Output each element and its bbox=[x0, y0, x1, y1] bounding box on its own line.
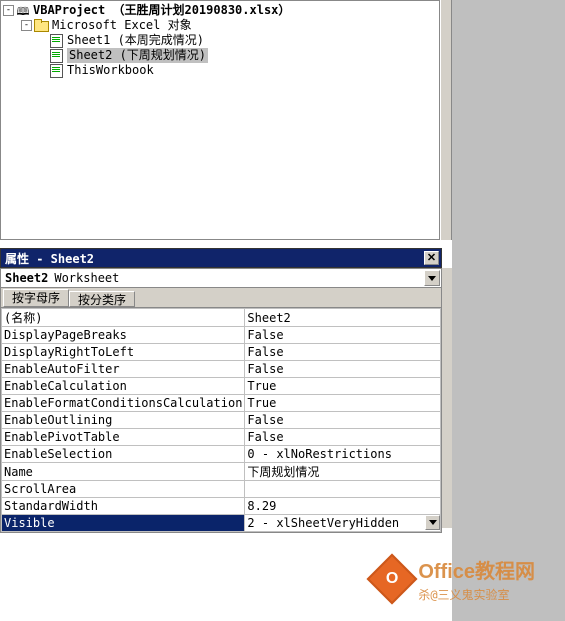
property-row[interactable]: DisplayPageBreaksFalse bbox=[2, 327, 441, 344]
watermark-line1: Office教程网 bbox=[418, 555, 535, 584]
property-name[interactable]: EnableSelection bbox=[2, 446, 245, 463]
object-name: Sheet2 bbox=[5, 271, 48, 285]
object-type: Worksheet bbox=[54, 271, 119, 285]
property-value[interactable]: 2 - xlSheetVeryHidden bbox=[245, 515, 441, 532]
property-value[interactable]: True bbox=[245, 395, 441, 412]
property-name[interactable]: ScrollArea bbox=[2, 481, 245, 498]
property-name[interactable]: EnableCalculation bbox=[2, 378, 245, 395]
property-row[interactable]: StandardWidth8.29 bbox=[2, 498, 441, 515]
property-value[interactable]: 0 - xlNoRestrictions bbox=[245, 446, 441, 463]
property-value[interactable]: 下周规划情况 bbox=[245, 463, 441, 481]
project-explorer[interactable]: - 🕮 VBAProject （王胜周计划20190830.xlsx） - Mi… bbox=[0, 0, 440, 240]
property-name[interactable]: (名称) bbox=[2, 309, 245, 327]
property-value[interactable]: False bbox=[245, 344, 441, 361]
tree-item-label: Sheet1 (本周完成情况) bbox=[67, 33, 204, 48]
property-name[interactable]: DisplayPageBreaks bbox=[2, 327, 245, 344]
property-row[interactable]: DisplayRightToLeftFalse bbox=[2, 344, 441, 361]
collapse-icon[interactable]: - bbox=[3, 5, 14, 16]
panel-edge bbox=[442, 268, 452, 528]
property-row[interactable]: EnableSelection0 - xlNoRestrictions bbox=[2, 446, 441, 463]
chevron-down-icon[interactable] bbox=[424, 270, 440, 286]
property-value[interactable]: True bbox=[245, 378, 441, 395]
property-row[interactable]: Name下周规划情况 bbox=[2, 463, 441, 481]
property-value[interactable]: 8.29 bbox=[245, 498, 441, 515]
worksheet-icon bbox=[49, 34, 64, 47]
property-value[interactable] bbox=[245, 481, 441, 498]
tab-alphabetic[interactable]: 按字母序 bbox=[3, 289, 69, 307]
folder-label: Microsoft Excel 对象 bbox=[52, 18, 192, 33]
splitter-vertical[interactable] bbox=[440, 0, 452, 240]
property-row[interactable]: EnableFormatConditionsCalculationTrue bbox=[2, 395, 441, 412]
close-icon[interactable]: ✕ bbox=[424, 251, 439, 265]
property-row[interactable]: (名称)Sheet2 bbox=[2, 309, 441, 327]
object-selector[interactable]: Sheet2 Worksheet bbox=[0, 268, 442, 288]
properties-title: 属性 - Sheet2 bbox=[5, 250, 94, 267]
property-row[interactable]: EnableCalculationTrue bbox=[2, 378, 441, 395]
tree-item-label: ThisWorkbook bbox=[67, 63, 154, 78]
workbook-icon bbox=[49, 64, 64, 77]
watermark-badge-icon: O bbox=[367, 554, 418, 605]
property-row[interactable]: EnableAutoFilterFalse bbox=[2, 361, 441, 378]
property-name[interactable]: StandardWidth bbox=[2, 498, 245, 515]
property-name[interactable]: Visible bbox=[2, 515, 245, 532]
watermark: O Office教程网 杀@三义鬼实验室 bbox=[374, 555, 535, 603]
mdi-background bbox=[452, 0, 565, 621]
property-name[interactable]: DisplayRightToLeft bbox=[2, 344, 245, 361]
property-row[interactable]: EnableOutliningFalse bbox=[2, 412, 441, 429]
worksheet-icon bbox=[49, 49, 64, 62]
property-value[interactable]: False bbox=[245, 429, 441, 446]
tree-project-node[interactable]: - 🕮 VBAProject （王胜周计划20190830.xlsx） bbox=[3, 3, 437, 18]
watermark-line2: 杀@三义鬼实验室 bbox=[418, 586, 535, 603]
property-value[interactable]: False bbox=[245, 412, 441, 429]
property-value[interactable]: False bbox=[245, 361, 441, 378]
properties-window: 属性 - Sheet2 ✕ Sheet2 Worksheet 按字母序 按分类序… bbox=[0, 248, 442, 533]
property-row[interactable]: EnablePivotTableFalse bbox=[2, 429, 441, 446]
property-name[interactable]: Name bbox=[2, 463, 245, 481]
tab-categorized[interactable]: 按分类序 bbox=[69, 291, 135, 307]
folder-icon bbox=[34, 19, 49, 32]
tree-sheet-node[interactable]: Sheet2 (下周规划情况) bbox=[3, 48, 437, 63]
property-row[interactable]: ScrollArea bbox=[2, 481, 441, 498]
property-row[interactable]: Visible2 - xlSheetVeryHidden bbox=[2, 515, 441, 532]
property-value[interactable]: False bbox=[245, 327, 441, 344]
property-name[interactable]: EnableAutoFilter bbox=[2, 361, 245, 378]
properties-grid[interactable]: (名称)Sheet2DisplayPageBreaksFalseDisplayR… bbox=[1, 308, 441, 532]
property-name[interactable]: EnableOutlining bbox=[2, 412, 245, 429]
tree-workbook-node[interactable]: ThisWorkbook bbox=[3, 63, 437, 78]
project-label: VBAProject （王胜周计划20190830.xlsx） bbox=[33, 3, 290, 18]
tree-item-label: Sheet2 (下周规划情况) bbox=[67, 48, 208, 63]
tree-sheet-node[interactable]: Sheet1 (本周完成情况) bbox=[3, 33, 437, 48]
property-value[interactable]: Sheet2 bbox=[245, 309, 441, 327]
property-name[interactable]: EnablePivotTable bbox=[2, 429, 245, 446]
tree-folder-node[interactable]: - Microsoft Excel 对象 bbox=[3, 18, 437, 33]
property-name[interactable]: EnableFormatConditionsCalculation bbox=[2, 395, 245, 412]
properties-tabs: 按字母序 按分类序 bbox=[0, 288, 442, 308]
vba-project-icon: 🕮 bbox=[16, 4, 30, 17]
properties-titlebar[interactable]: 属性 - Sheet2 ✕ bbox=[0, 248, 442, 268]
collapse-icon[interactable]: - bbox=[21, 20, 32, 31]
chevron-down-icon[interactable] bbox=[425, 515, 440, 530]
